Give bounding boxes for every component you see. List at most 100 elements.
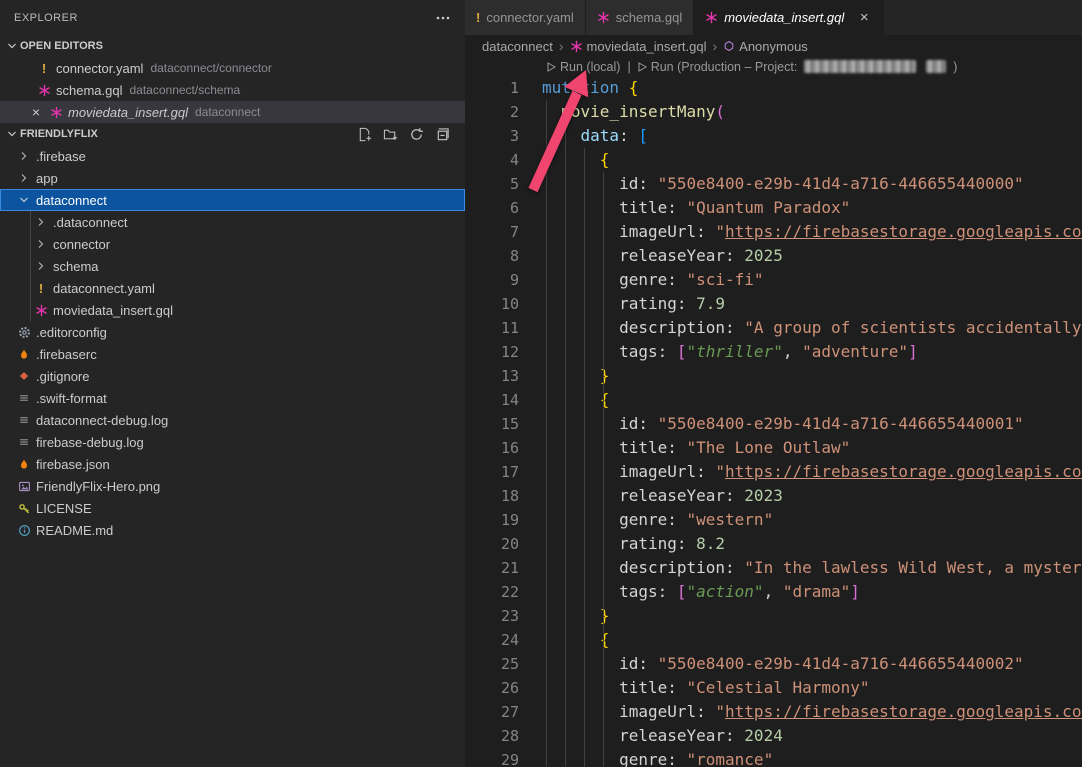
tree-item-label: .dataconnect [53,215,127,230]
new-folder-icon[interactable] [382,126,399,143]
tree-item-friendlyflix-hero-png[interactable]: FriendlyFlix-Hero.png [0,475,465,497]
git-file-icon [14,366,34,386]
open-editors-list: !connector.yamldataconnect/connectorsche… [0,57,465,123]
tree-item-connector[interactable]: connector [0,233,465,255]
tree-item-firebaserc[interactable]: .firebaserc [0,343,465,365]
run-local-button[interactable]: Run (local) [547,60,620,74]
tab-moviedata-insert-gql[interactable]: moviedata_insert.gql × [694,0,884,35]
chevron-down-icon [4,126,20,142]
line-number: 7 [465,220,519,244]
tree-item-readme-md[interactable]: README.md [0,519,465,541]
chevron-right-icon [31,234,51,254]
code-line-6: 6 title: "Quantum Paradox" [465,196,1082,220]
tree-item-editorconfig[interactable]: .editorconfig [0,321,465,343]
line-number: 28 [465,724,519,748]
doc-file-icon [14,388,34,408]
open-editor-connector-yaml[interactable]: !connector.yamldataconnect/connector [0,57,465,79]
breadcrumb: dataconnect›moviedata_insert.gql›Anonymo… [465,35,1082,57]
info-file-icon [14,520,34,540]
chevron-right-icon [14,168,34,188]
tree-item-label: .editorconfig [36,325,107,340]
tab-label: schema.gql [616,10,682,25]
graphql-file-icon [34,80,54,100]
explorer-sidebar: EXPLORER OPEN EDITORS !connector.yamldat… [0,0,465,767]
tree-item-dataconnect[interactable]: .dataconnect [0,211,465,233]
line-number: 17 [465,460,519,484]
open-editor-schema-gql[interactable]: schema.gqldataconnect/schema [0,79,465,101]
tree-item-label: .swift-format [36,391,107,406]
code-line-14: 14 { [465,388,1082,412]
code-line-17: 17 imageUrl: "https://firebasestorage.go… [465,460,1082,484]
more-actions-icon[interactable] [435,10,451,26]
tab-bar: !connector.yaml schema.gql moviedata_inser… [465,0,1082,35]
code-line-9: 9 genre: "sci-fi" [465,268,1082,292]
code-editor[interactable]: 1mutation {2 movie_insertMany(3 data: [4… [465,76,1082,767]
chevron-right-icon [31,256,51,276]
tree-item-license[interactable]: LICENSE [0,497,465,519]
tree-item-dataconnect-debug-log[interactable]: dataconnect-debug.log [0,409,465,431]
code-line-24: 24 { [465,628,1082,652]
tab-label: connector.yaml [486,10,573,25]
explorer-header: EXPLORER [0,0,465,35]
line-number: 19 [465,508,519,532]
line-number: 1 [465,76,519,100]
close-icon[interactable]: × [26,104,46,120]
breadcrumb-dataconnect[interactable]: dataconnect [482,39,553,54]
line-number: 20 [465,532,519,556]
tree-item-label: dataconnect [36,193,107,208]
tree-item-firebase[interactable]: .firebase [0,145,465,167]
line-number: 24 [465,628,519,652]
run-production-button[interactable]: Run (Production – Project: ) [638,60,958,74]
tree-item-label: README.md [36,523,113,538]
codelens: Run (local) | Run (Production – Project:… [465,57,1082,76]
indent-guide [546,100,547,767]
redacted-project-suffix [926,60,946,73]
tree-item-dataconnect[interactable]: dataconnect [0,189,465,211]
tree-item-moviedata-insert-gql[interactable]: moviedata_insert.gql [0,299,465,321]
tree-item-swift-format[interactable]: .swift-format [0,387,465,409]
line-number: 10 [465,292,519,316]
open-editor-moviedata-insert-gql[interactable]: ×moviedata_insert.gqldataconnect [0,101,465,123]
line-number: 13 [465,364,519,388]
tab-label: moviedata_insert.gql [724,10,844,25]
tree-item-app[interactable]: app [0,167,465,189]
code-line-7: 7 imageUrl: "https://firebasestorage.goo… [465,220,1082,244]
graphql-file-icon [597,11,610,24]
open-editor-path: dataconnect/connector [150,61,271,75]
tree-item-label: connector [53,237,110,252]
tree-item-dataconnect-yaml[interactable]: !dataconnect.yaml [0,277,465,299]
refresh-icon[interactable] [408,126,425,143]
doc-file-icon [14,410,34,430]
image-file-icon [14,476,34,496]
graphql-file-icon [46,102,66,122]
chevron-down-icon [14,190,34,210]
line-number: 14 [465,388,519,412]
tree-item-schema[interactable]: schema [0,255,465,277]
code-line-5: 5 id: "550e8400-e29b-41d4-a716-446655440… [465,172,1082,196]
tab-connector-yaml[interactable]: !connector.yaml [465,0,586,35]
doc-file-icon [14,432,34,452]
tree-item-gitignore[interactable]: .gitignore [0,365,465,387]
breadcrumb-anonymous[interactable]: Anonymous [723,39,808,54]
new-file-icon[interactable] [356,126,373,143]
tree-item-firebase-debug-log[interactable]: firebase-debug.log [0,431,465,453]
line-number: 2 [465,100,519,124]
code-line-12: 12 tags: ["thriller", "adventure"] [465,340,1082,364]
code-line-13: 13 } [465,364,1082,388]
collapse-all-icon[interactable] [434,126,451,143]
open-editors-section-header[interactable]: OPEN EDITORS [0,35,465,57]
line-number: 9 [465,268,519,292]
open-editors-label: OPEN EDITORS [20,40,103,52]
tab-schema-gql[interactable]: schema.gql [586,0,694,35]
editor-group: !connector.yaml schema.gql moviedata_inser… [465,0,1082,767]
breadcrumb-moviedata-insert-gql[interactable]: moviedata_insert.gql [570,39,707,54]
workspace-section-header[interactable]: FRIENDLYFLIX [0,123,465,145]
code-line-4: 4 { [465,148,1082,172]
code-line-10: 10 rating: 7.9 [465,292,1082,316]
tree-item-label: FriendlyFlix-Hero.png [36,479,160,494]
tree-item-firebase-json[interactable]: firebase.json [0,453,465,475]
code-line-29: 29 genre: "romance" [465,748,1082,767]
tree-item-label: dataconnect.yaml [53,281,155,296]
code-lines: 1mutation {2 movie_insertMany(3 data: [4… [465,76,1082,767]
close-icon[interactable]: × [856,9,872,26]
